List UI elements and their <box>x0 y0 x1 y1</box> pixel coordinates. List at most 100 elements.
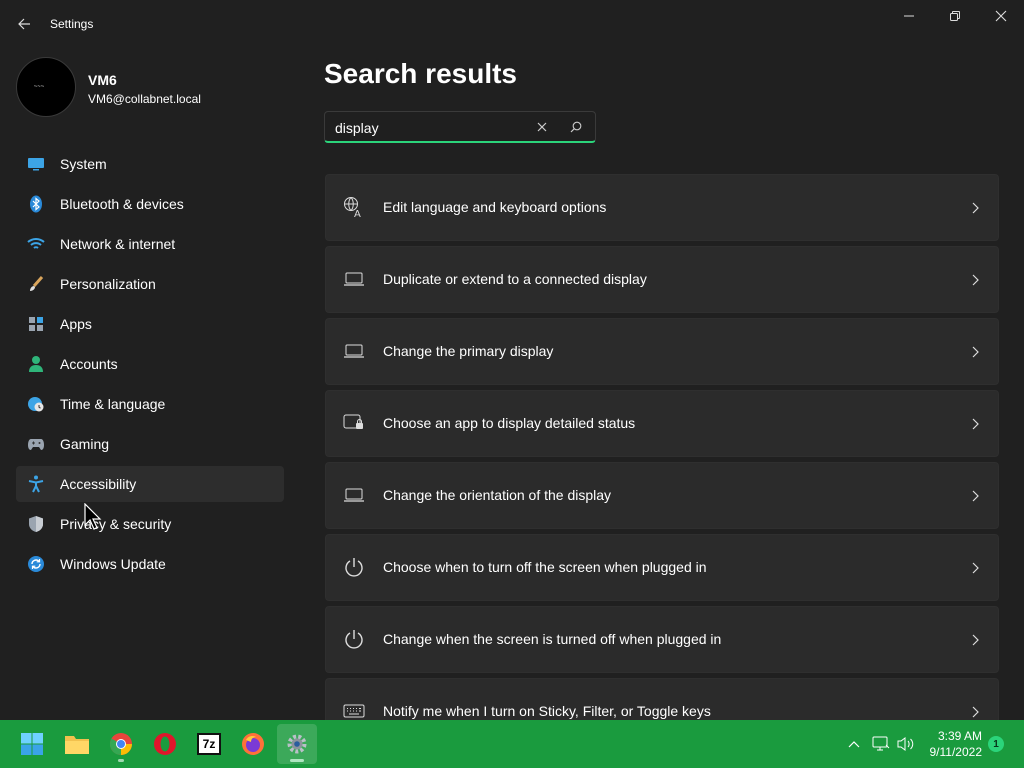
close-icon <box>995 10 1007 22</box>
apps-icon <box>27 315 45 333</box>
sidebar-item-label: Time & language <box>60 396 166 412</box>
chevron-right-icon <box>972 562 979 574</box>
avatar-image: ~~~ <box>33 84 45 90</box>
sidebar-item-system[interactable]: System <box>16 146 284 182</box>
sidebar-item-network[interactable]: Network & internet <box>16 226 284 262</box>
sidebar-item-accessibility[interactable]: Accessibility <box>16 466 284 502</box>
restore-icon <box>950 11 960 21</box>
wifi-icon <box>27 235 45 253</box>
clock-date[interactable]: 9/11/2022 <box>928 745 983 759</box>
result-label: Change when the screen is turned off whe… <box>383 631 722 647</box>
avatar[interactable]: ~~~ <box>16 57 76 117</box>
result-item[interactable]: Change the primary display <box>325 318 999 385</box>
chevron-right-icon <box>972 274 979 286</box>
minimize-button[interactable] <box>886 0 932 32</box>
notification-badge[interactable]: 1 <box>988 736 1004 752</box>
close-button[interactable] <box>978 0 1024 32</box>
7zip-icon: 7z <box>197 733 221 755</box>
bluetooth-icon <box>27 195 45 213</box>
mouse-cursor-icon <box>84 503 102 530</box>
page-title: Search results <box>324 58 517 89</box>
accounts-icon <box>27 355 45 373</box>
chevron-right-icon <box>972 418 979 430</box>
taskbar-settings[interactable] <box>277 724 317 764</box>
sidebar-item-label: Network & internet <box>60 236 176 252</box>
search-icon <box>570 121 582 133</box>
sidebar-nav: System Bluetooth & devices Network & int… <box>16 146 284 586</box>
back-arrow-icon <box>18 18 30 30</box>
chevron-right-icon <box>972 634 979 646</box>
laptop-icon <box>342 339 366 363</box>
sidebar-item-label: Accounts <box>60 356 118 372</box>
gamepad-icon <box>27 435 45 453</box>
start-button[interactable] <box>12 724 52 764</box>
sidebar-item-label: Personalization <box>60 276 156 292</box>
power-icon <box>342 555 366 579</box>
clear-search-button[interactable] <box>531 116 553 138</box>
volume-tray-button[interactable] <box>896 734 916 754</box>
taskbar-firefox[interactable] <box>233 724 273 764</box>
result-item[interactable]: Choose an app to display detailed status <box>325 390 999 457</box>
result-label: Change the primary display <box>383 343 554 359</box>
back-button[interactable] <box>10 12 38 36</box>
sidebar-item-gaming[interactable]: Gaming <box>16 426 284 462</box>
sidebar-item-time-language[interactable]: Time & language <box>16 386 284 422</box>
search-input[interactable] <box>335 118 525 138</box>
search-results-list: A Edit language and keyboard options Dup… <box>325 174 999 750</box>
show-hidden-icons-button[interactable] <box>844 734 864 754</box>
restore-button[interactable] <box>932 0 978 32</box>
chevron-right-icon <box>972 346 979 358</box>
network-tray-button[interactable] <box>871 734 891 754</box>
sidebar-item-label: Gaming <box>60 436 110 452</box>
result-item[interactable]: Duplicate or extend to a connected displ… <box>325 246 999 313</box>
7zip-label: 7z <box>202 737 216 751</box>
minimize-icon <box>904 15 914 17</box>
taskbar-7zip[interactable]: 7z <box>189 724 229 764</box>
accessibility-icon <box>27 475 45 493</box>
taskbar: 7z <box>0 720 1024 768</box>
result-label: Choose when to turn off the screen when … <box>383 559 707 575</box>
sidebar-item-bluetooth[interactable]: Bluetooth & devices <box>16 186 284 222</box>
sidebar-item-windows-update[interactable]: Windows Update <box>16 546 284 582</box>
taskbar-file-explorer[interactable] <box>57 724 97 764</box>
taskbar-opera[interactable] <box>145 724 185 764</box>
sidebar-item-label: Accessibility <box>60 476 137 492</box>
laptop-icon <box>342 267 366 291</box>
sidebar-item-privacy[interactable]: Privacy & security <box>16 506 284 542</box>
result-label: Notify me when I turn on Sticky, Filter,… <box>383 703 711 719</box>
result-item[interactable]: Choose when to turn off the screen when … <box>325 534 999 601</box>
sidebar-item-label: System <box>60 156 107 172</box>
sidebar-item-apps[interactable]: Apps <box>16 306 284 342</box>
search-button[interactable] <box>565 116 587 138</box>
chevron-right-icon <box>972 202 979 214</box>
update-icon <box>27 555 45 573</box>
result-item[interactable]: Change when the screen is turned off whe… <box>325 606 999 673</box>
sidebar-item-accounts[interactable]: Accounts <box>16 346 284 382</box>
chevron-right-icon <box>972 706 979 718</box>
taskbar-chrome[interactable] <box>101 724 141 764</box>
opera-icon <box>154 733 176 755</box>
active-indicator <box>290 759 304 762</box>
clock-time[interactable]: 3:39 AM <box>930 729 982 743</box>
speaker-icon <box>897 737 914 751</box>
result-item[interactable]: Change the orientation of the display <box>325 462 999 529</box>
network-icon <box>872 736 890 751</box>
firefox-icon <box>242 733 264 755</box>
file-explorer-icon <box>65 736 89 754</box>
user-name: VM6 <box>88 72 117 88</box>
result-label: Duplicate or extend to a connected displ… <box>383 271 647 287</box>
close-icon <box>537 122 547 132</box>
svg-text:A: A <box>354 209 361 218</box>
running-indicator <box>118 759 124 762</box>
result-item[interactable]: A Edit language and keyboard options <box>325 174 999 241</box>
title-bar: Settings <box>0 0 1024 48</box>
chrome-icon <box>110 733 132 755</box>
globe-clock-icon <box>27 395 45 413</box>
user-email: VM6@collabnet.local <box>88 92 201 106</box>
lock-screen-icon <box>342 411 366 435</box>
power-icon <box>342 627 366 651</box>
result-label: Change the orientation of the display <box>383 487 612 503</box>
chevron-right-icon <box>972 490 979 502</box>
shield-icon <box>27 515 45 533</box>
sidebar-item-personalization[interactable]: Personalization <box>16 266 284 302</box>
